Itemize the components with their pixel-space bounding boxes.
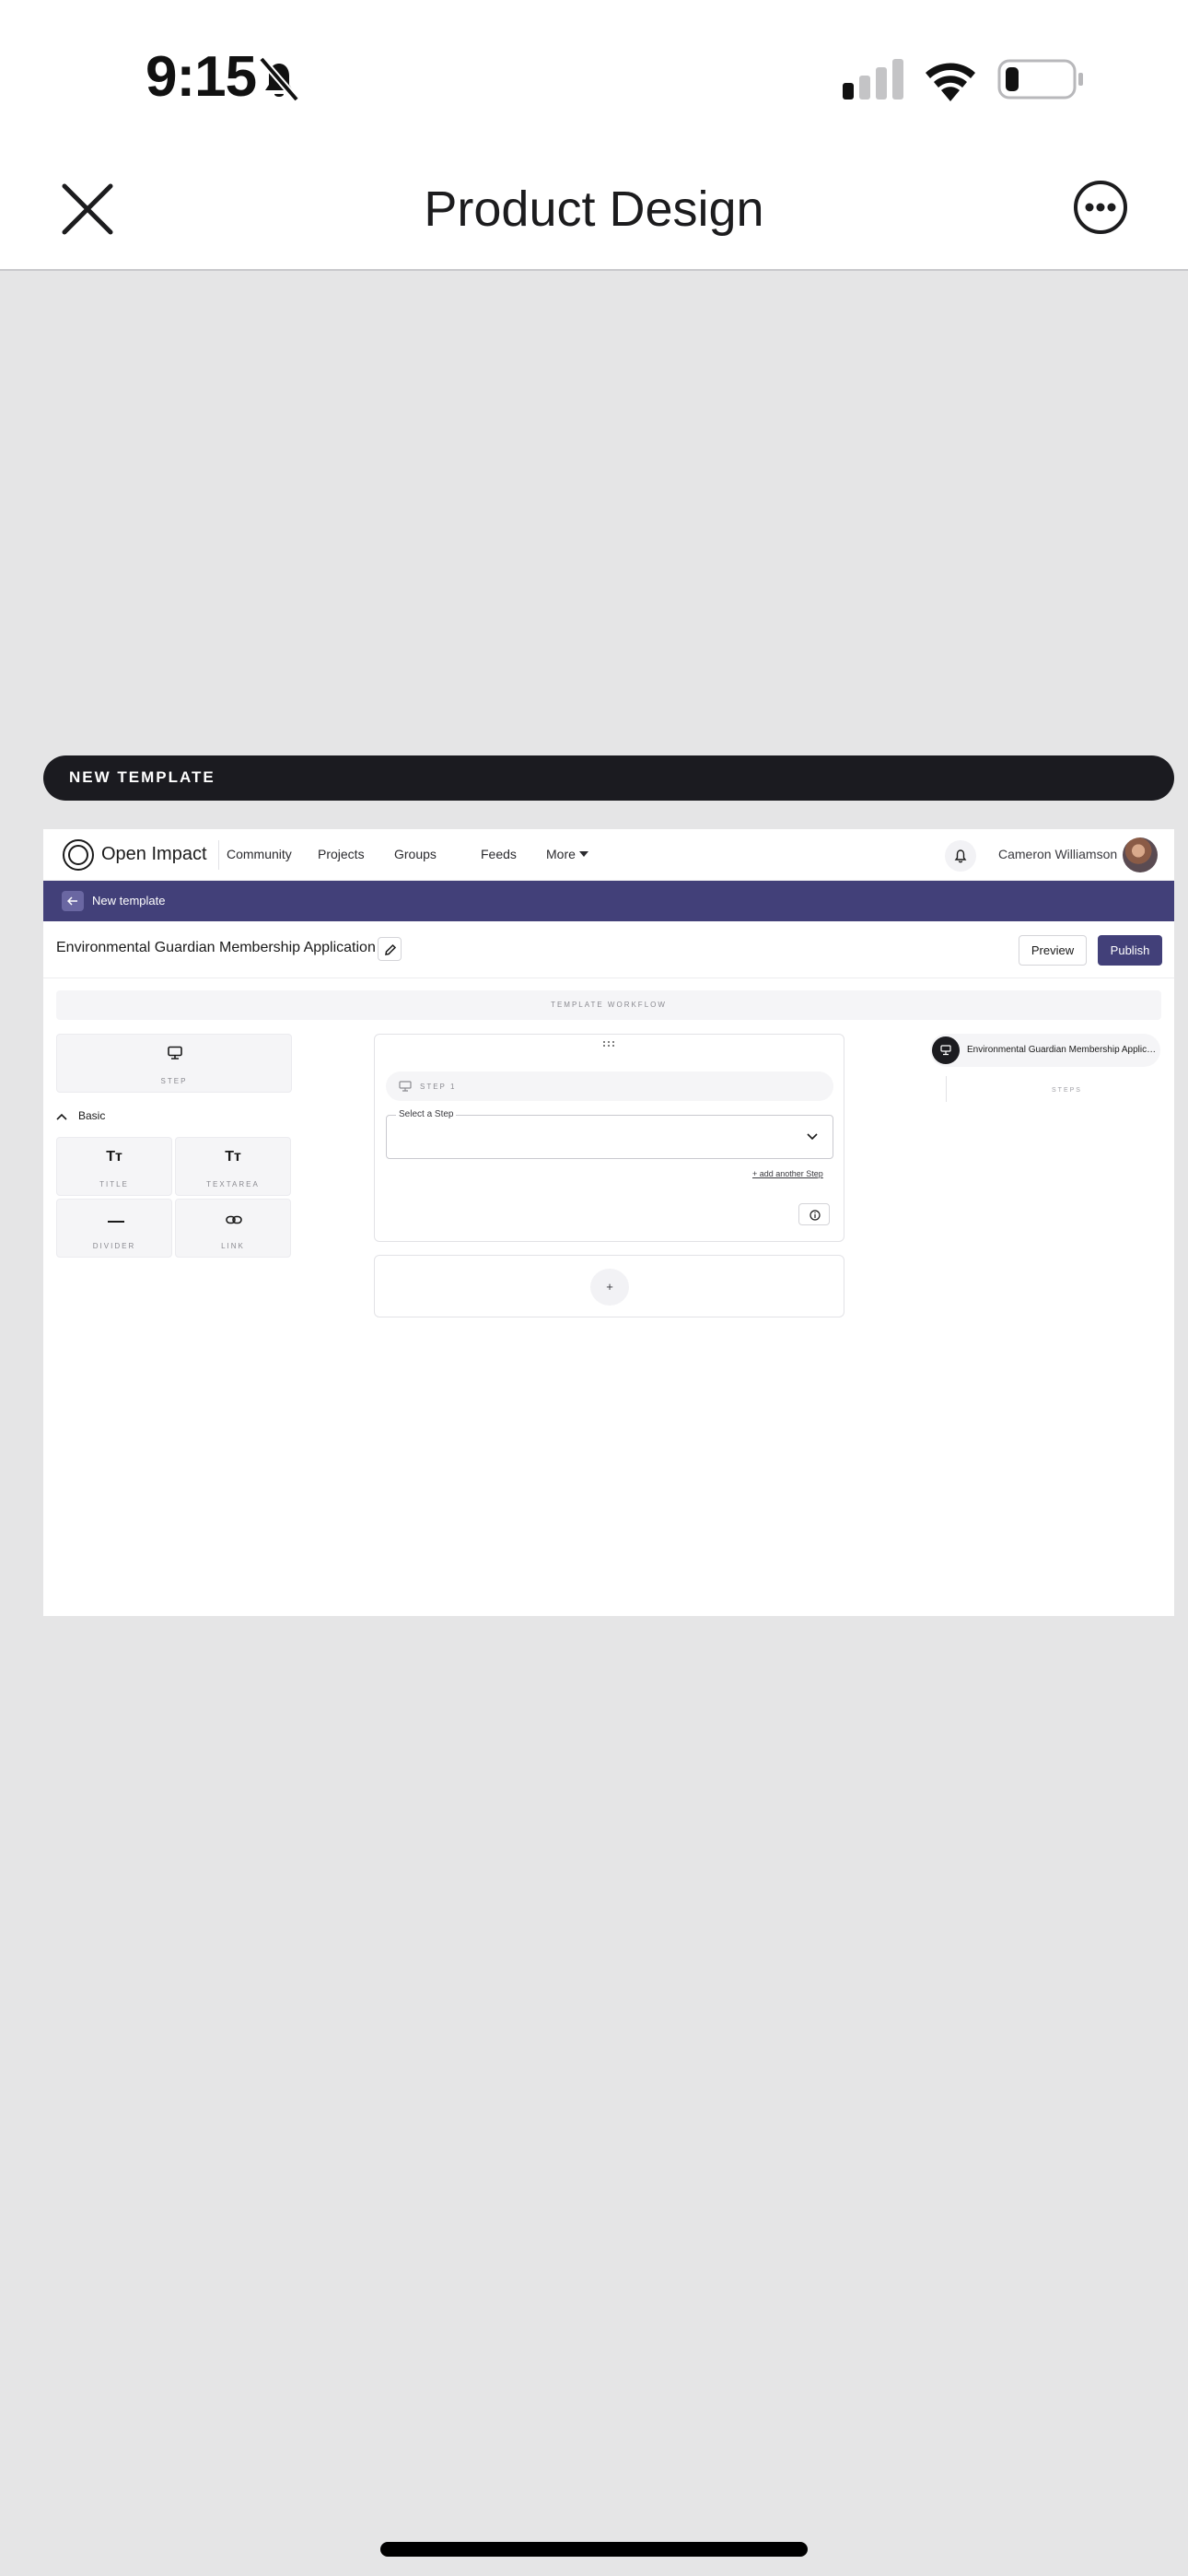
step-tile-label: STEP: [160, 1077, 188, 1085]
step-icon: [168, 1046, 182, 1060]
info-icon: [809, 1210, 821, 1221]
new-template-pill: NEW TEMPLATE: [43, 755, 1174, 801]
divider-icon: [108, 1221, 124, 1223]
step-icon: [399, 1081, 412, 1092]
nav-community[interactable]: Community: [227, 847, 292, 861]
nav-more[interactable]: More: [546, 847, 576, 861]
template-workflow-bar: TEMPLATE WORKFLOW: [56, 990, 1161, 1020]
nav-divider: [218, 840, 219, 870]
pencil-icon: [385, 943, 397, 955]
template-subheader: New template: [43, 881, 1174, 921]
publish-button[interactable]: Publish: [1098, 935, 1162, 966]
chevron-down-icon: [807, 1133, 818, 1141]
nav-header: Product Design: [0, 147, 1188, 271]
status-bar: 9:15: [0, 0, 1188, 147]
link-element-tile[interactable]: LINK: [175, 1199, 291, 1258]
element-label: TITLE: [99, 1180, 129, 1188]
basic-section-label: Basic: [78, 1109, 106, 1122]
notifications-button[interactable]: [945, 840, 976, 872]
element-label: LINK: [221, 1242, 245, 1250]
page-title: Product Design: [424, 181, 764, 237]
workflow-outline-chip[interactable]: Environmental Guardian Membership Applic…: [930, 1034, 1160, 1067]
step-icon-badge: [932, 1036, 960, 1064]
step-icon: [940, 1045, 951, 1056]
textarea-element-tile[interactable]: Tт TEXTAREA: [175, 1137, 291, 1196]
more-options-icon[interactable]: [1072, 179, 1129, 236]
drag-handle-icon[interactable]: [601, 1040, 616, 1048]
back-button[interactable]: [62, 891, 84, 911]
element-label: TEXTAREA: [206, 1180, 260, 1188]
home-indicator[interactable]: [380, 2542, 808, 2557]
add-another-step-link[interactable]: + add another Step: [752, 1169, 823, 1178]
outline-connector: [946, 1076, 947, 1102]
caret-down-icon: [579, 851, 588, 857]
document-title: Environmental Guardian Membership Applic…: [56, 940, 376, 955]
select-step-dropdown[interactable]: Select a Step: [386, 1109, 833, 1159]
battery-icon: [997, 59, 1083, 100]
select-step-label: Select a Step: [396, 1109, 457, 1119]
nav-projects[interactable]: Projects: [318, 847, 365, 861]
app-screenshot: Open Impact Community Projects Groups Fe…: [43, 829, 1174, 1616]
avatar[interactable]: [1123, 837, 1158, 872]
step-card: STEP 1 Select a Step + add another Step: [374, 1034, 844, 1242]
add-step-button[interactable]: +: [590, 1269, 629, 1306]
step-palette-tile[interactable]: STEP: [56, 1034, 292, 1093]
wifi-icon: [926, 63, 975, 101]
status-time: 9:15: [146, 45, 257, 109]
link-icon: [226, 1215, 242, 1224]
step-header-label: STEP 1: [420, 1083, 457, 1091]
subheader-title: New template: [92, 894, 166, 907]
chevron-up-icon: [56, 1113, 67, 1120]
info-button[interactable]: [798, 1203, 830, 1225]
brand-name: Open Impact: [101, 844, 207, 864]
divider-element-tile[interactable]: DIVIDER: [56, 1199, 172, 1258]
pill-label: NEW TEMPLATE: [69, 768, 215, 786]
outline-steps-label: STEPS: [1052, 1087, 1082, 1094]
text-size-icon: Tт: [106, 1149, 122, 1165]
bell-off-icon: [258, 56, 300, 102]
text-size-icon: Tт: [225, 1149, 241, 1165]
document-titlebar: Environmental Guardian Membership Applic…: [43, 921, 1174, 978]
title-element-tile[interactable]: Tт TITLE: [56, 1137, 172, 1196]
add-step-card: +: [374, 1255, 844, 1317]
edit-title-button[interactable]: [378, 937, 402, 961]
nav-groups[interactable]: Groups: [394, 847, 437, 861]
step-header: STEP 1: [386, 1071, 833, 1101]
arrow-left-icon: [67, 896, 77, 906]
user-name[interactable]: Cameron Williamson: [998, 847, 1117, 861]
element-label: DIVIDER: [92, 1242, 136, 1250]
app-top-nav: Open Impact Community Projects Groups Fe…: [43, 829, 1174, 881]
nav-feeds[interactable]: Feeds: [481, 847, 517, 861]
preview-button[interactable]: Preview: [1019, 935, 1087, 966]
cellular-signal-icon: [843, 59, 903, 100]
outline-title: Environmental Guardian Membership Applic…: [967, 1045, 1157, 1055]
bell-icon: [954, 849, 967, 863]
open-impact-logo-icon[interactable]: [62, 838, 95, 872]
